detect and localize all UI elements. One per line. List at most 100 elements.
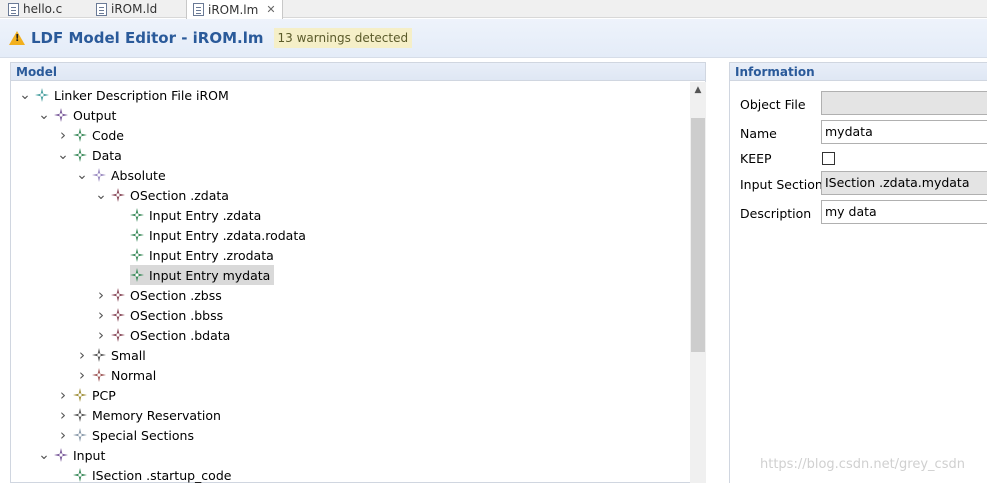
tree-item[interactable]: Small <box>76 345 146 365</box>
star-node-icon <box>130 248 144 262</box>
tree-item[interactable]: OSection .zdata <box>95 185 229 205</box>
star-node-icon <box>130 208 144 222</box>
description-field[interactable]: my data <box>821 200 987 224</box>
tree-item[interactable]: Input Entry .zrodata <box>114 245 274 265</box>
tab-irom-lm[interactable]: iROM.lm ✕ <box>186 0 283 19</box>
tree-item-label: Small <box>111 347 146 363</box>
chevron-down-icon[interactable] <box>38 109 50 121</box>
tree-item[interactable]: Absolute <box>76 165 166 185</box>
tree-item[interactable]: Code <box>57 125 124 145</box>
c-file-icon <box>8 2 19 16</box>
chevron-right-icon[interactable] <box>76 369 88 381</box>
tree-item-label: Special Sections <box>92 427 194 443</box>
chevron-right-icon[interactable] <box>95 329 107 341</box>
tree-item-label: OSection .bbss <box>130 307 224 323</box>
tab-hello-c[interactable]: hello.c <box>2 0 68 18</box>
scroll-thumb[interactable] <box>691 118 705 352</box>
star-node-icon <box>73 428 87 442</box>
star-node-icon <box>130 228 144 242</box>
star-node-icon <box>111 288 125 302</box>
tree-item[interactable]: PCP <box>57 385 116 405</box>
star-node-icon <box>35 88 49 102</box>
warnings-badge[interactable]: 13 warnings detected <box>273 28 413 48</box>
keep-label: KEEP <box>740 151 772 166</box>
tab-label: hello.c <box>23 2 63 16</box>
chevron-right-icon[interactable] <box>57 389 69 401</box>
chevron-right-icon[interactable] <box>57 429 69 441</box>
star-node-icon <box>73 468 87 482</box>
tree-item-label: Linker Description File iROM <box>54 87 229 103</box>
chevron-right-icon[interactable] <box>76 349 88 361</box>
tree-item[interactable]: Data <box>57 145 122 165</box>
tree-item[interactable]: OSection .zbss <box>95 285 222 305</box>
star-node-icon <box>111 188 125 202</box>
tab-label: iROM.ld <box>111 2 158 16</box>
object-file-field <box>821 91 987 115</box>
tree-item[interactable]: OSection .bdata <box>95 325 230 345</box>
tree-item[interactable]: Linker Description File iROM <box>19 85 229 105</box>
tree-item-label: Output <box>73 107 117 123</box>
tree-item[interactable]: OSection .bbss <box>95 305 223 325</box>
tree-item-label: PCP <box>92 387 116 403</box>
tree-item-label: Code <box>92 127 125 143</box>
chevron-right-icon[interactable] <box>95 309 107 321</box>
star-node-icon <box>73 148 87 162</box>
tree-item-label: ISection .startup_code <box>92 467 232 483</box>
tree-item[interactable]: Special Sections <box>57 425 194 445</box>
star-node-icon <box>111 308 125 322</box>
chevron-right-icon[interactable] <box>57 409 69 421</box>
tree-item-label: OSection .zbss <box>130 287 222 303</box>
tab-irom-ld[interactable]: iROM.ld <box>90 0 163 18</box>
chevron-right-icon[interactable] <box>95 289 107 301</box>
tree-item-label: Input <box>73 447 106 463</box>
keep-checkbox[interactable] <box>822 152 835 165</box>
chevron-down-icon[interactable] <box>95 189 107 201</box>
star-node-icon <box>54 448 68 462</box>
close-icon[interactable]: ✕ <box>266 3 275 16</box>
tree-item[interactable]: Normal <box>76 365 156 385</box>
object-file-label: Object File <box>740 97 806 112</box>
tree-item-label: Input Entry .zdata.rodata <box>149 227 306 243</box>
tree-item-label: Input Entry mydata <box>149 267 271 283</box>
model-panel-title: Model <box>11 63 705 81</box>
star-node-icon <box>54 108 68 122</box>
model-panel: Model Linker Description File iROM Output… <box>10 62 706 483</box>
tree-item[interactable]: Output <box>38 105 116 125</box>
tree-item[interactable]: Input Entry .zdata.rodata <box>114 225 306 245</box>
tree-item[interactable]: Input <box>38 445 105 465</box>
name-label: Name <box>740 126 777 141</box>
tree-item[interactable]: Input Entry .zdata <box>114 205 261 225</box>
star-node-icon <box>111 328 125 342</box>
scroll-up-icon[interactable]: ▲ <box>690 82 706 98</box>
tree-item-label: Absolute <box>111 167 166 183</box>
star-node-icon <box>73 128 87 142</box>
input-section-field: ISection .zdata.mydata <box>821 171 987 195</box>
tree-item[interactable]: Input Entry mydata <box>114 265 275 285</box>
description-label: Description <box>740 206 812 221</box>
tree-item[interactable]: ISection .startup_code <box>57 465 231 483</box>
tree-item[interactable]: Memory Reservation <box>57 405 221 425</box>
chevron-down-icon[interactable] <box>76 169 88 181</box>
star-node-icon <box>130 268 144 282</box>
chevron-down-icon[interactable] <box>19 89 31 101</box>
star-node-icon <box>92 368 106 382</box>
information-panel: Information Object File Name mydata KEEP… <box>729 62 987 483</box>
star-node-icon <box>73 408 87 422</box>
star-node-icon <box>92 348 106 362</box>
tab-label: iROM.lm <box>208 2 259 17</box>
tree-item-label: OSection .bdata <box>130 327 231 343</box>
star-node-icon <box>92 168 106 182</box>
name-field[interactable]: mydata <box>821 120 987 144</box>
chevron-right-icon[interactable] <box>57 129 69 141</box>
watermark: https://blog.csdn.net/grey_csdn <box>760 457 965 472</box>
information-panel-title: Information <box>730 63 987 81</box>
chevron-down-icon[interactable] <box>57 149 69 161</box>
vertical-scrollbar[interactable]: ▲ <box>690 82 706 483</box>
chevron-down-icon[interactable] <box>38 449 50 461</box>
tree-item-label: Memory Reservation <box>92 407 221 423</box>
editor-tab-bar: hello.c iROM.ld iROM.lm ✕ <box>0 0 987 19</box>
